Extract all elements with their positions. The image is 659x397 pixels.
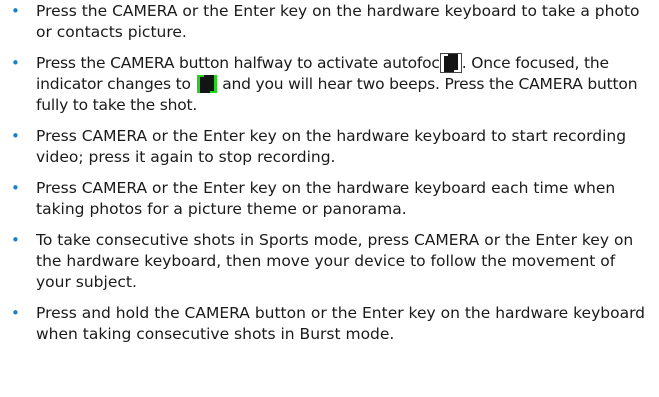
list-item: • Press CAMERA or the Enter key on the h… xyxy=(0,126,659,168)
list-item: • Press CAMERA or the Enter key on the h… xyxy=(0,178,659,220)
autofocus-indicator-green-icon xyxy=(196,75,217,93)
list-item-text: Press and hold the CAMERA button or the … xyxy=(36,304,646,343)
bullet-marker: • xyxy=(11,304,20,322)
bullet-marker: • xyxy=(11,54,20,72)
list-item-text: To take consecutive shots in Sports mode… xyxy=(36,231,634,291)
list-item: • To take consecutive shots in Sports mo… xyxy=(0,230,659,293)
list-item-text: Press CAMERA or the Enter key on the har… xyxy=(36,127,627,166)
autofocus-indicator-white-icon xyxy=(439,53,462,73)
list-item: • Press the CAMERA button halfway to act… xyxy=(0,53,659,116)
list-item-text: Press the CAMERA button halfway to activ… xyxy=(36,54,440,72)
document-page: • Press the CAMERA or the Enter key on t… xyxy=(0,0,659,397)
bullet-marker: • xyxy=(11,231,20,249)
list-item: • Press and hold the CAMERA button or th… xyxy=(0,303,659,345)
list-item: • Press the CAMERA or the Enter key on t… xyxy=(0,1,659,43)
list-item-text: Press CAMERA or the Enter key on the har… xyxy=(36,179,616,218)
bullet-marker: • xyxy=(11,2,20,20)
bullet-marker: • xyxy=(11,127,20,145)
list-item-text: Press the CAMERA or the Enter key on the… xyxy=(36,2,640,41)
instruction-list: • Press the CAMERA or the Enter key on t… xyxy=(0,1,659,345)
bullet-marker: • xyxy=(11,179,20,197)
